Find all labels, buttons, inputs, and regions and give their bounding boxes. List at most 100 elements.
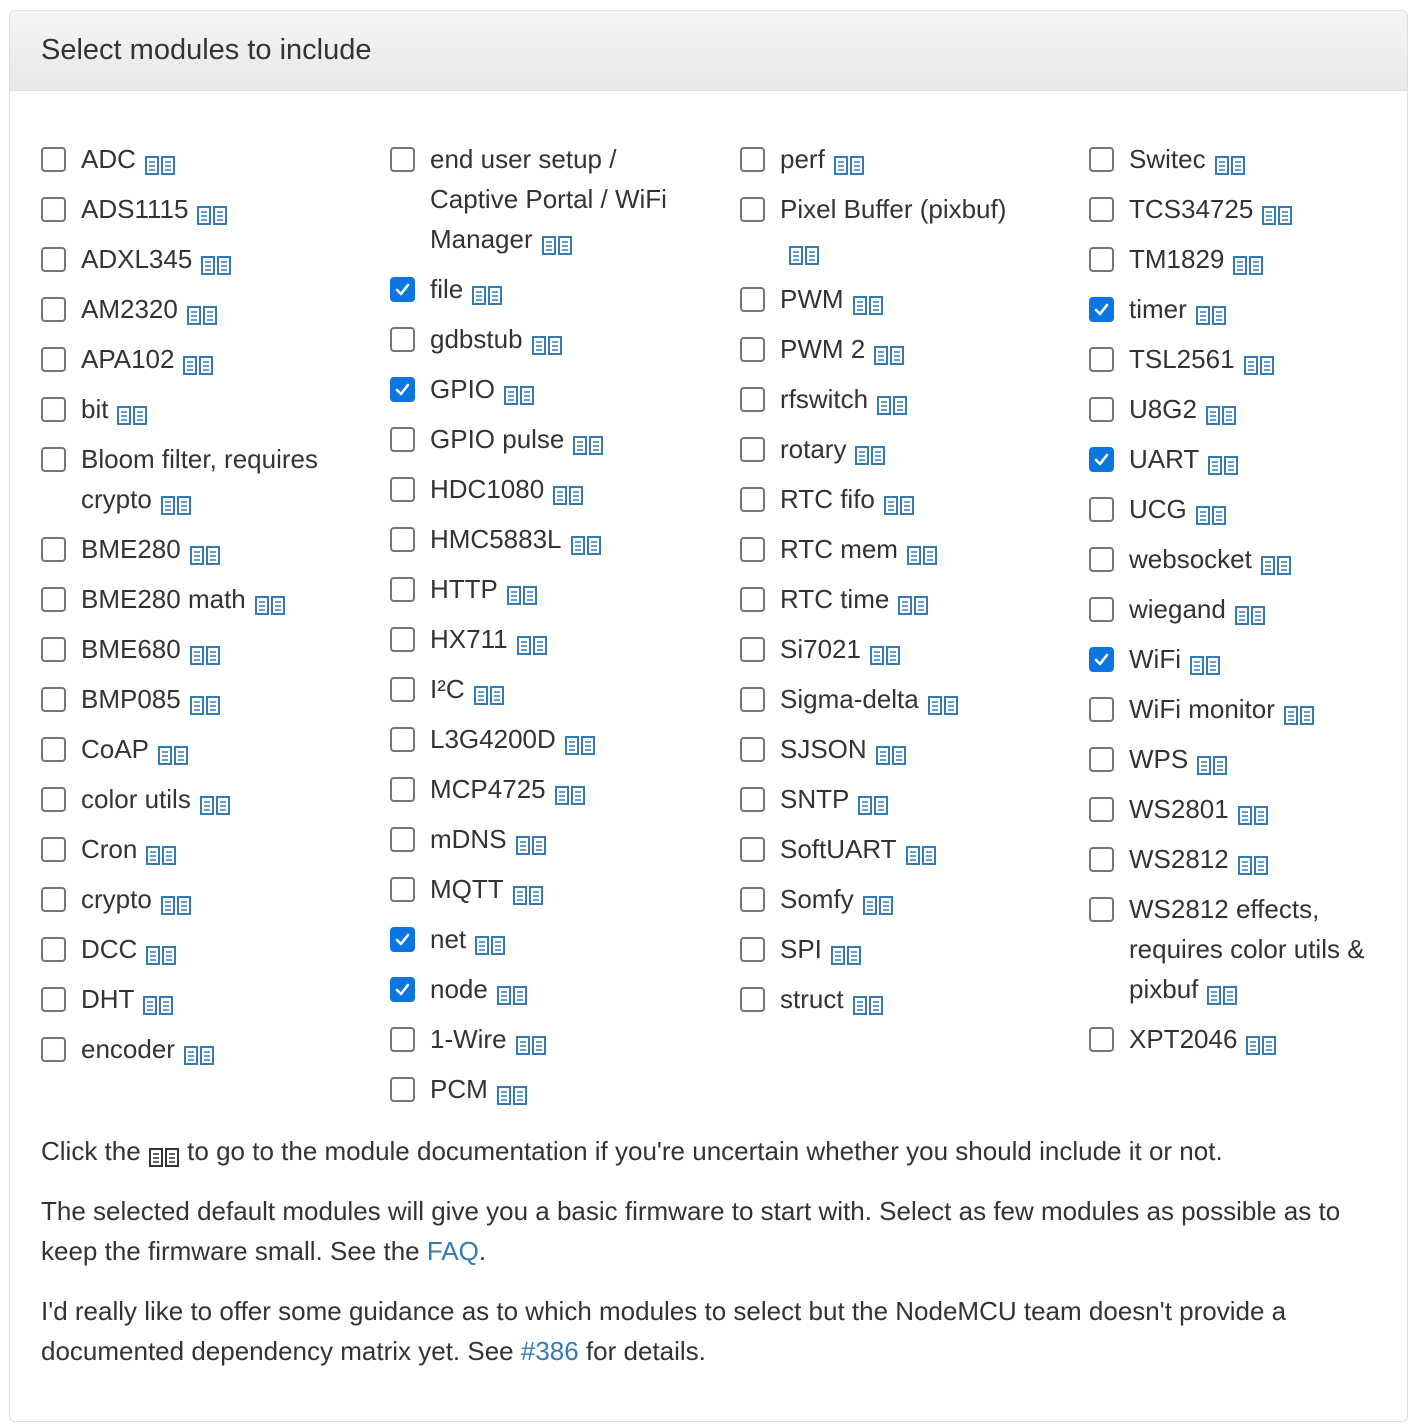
book-icon[interactable] [876, 387, 908, 416]
module-checkbox[interactable] [41, 1037, 66, 1062]
module-checkbox[interactable] [390, 627, 415, 652]
module-label[interactable]: node [430, 974, 488, 1004]
module-label[interactable]: CoAP [81, 734, 149, 764]
module-label[interactable]: ADC [81, 144, 136, 174]
book-icon[interactable] [852, 987, 884, 1016]
module-checkbox[interactable] [740, 487, 765, 512]
module-checkbox[interactable] [41, 887, 66, 912]
module-checkbox[interactable] [1089, 197, 1114, 222]
module-label[interactable]: APA102 [81, 344, 174, 374]
book-icon[interactable] [875, 737, 907, 766]
book-icon[interactable] [186, 297, 218, 326]
module-checkbox[interactable] [390, 827, 415, 852]
module-label[interactable]: BME680 [81, 634, 181, 664]
book-icon[interactable] [496, 977, 528, 1006]
book-icon[interactable] [1207, 447, 1239, 476]
module-checkbox[interactable] [1089, 247, 1114, 272]
module-checkbox[interactable] [41, 837, 66, 862]
module-checkbox[interactable] [390, 277, 415, 302]
book-icon[interactable] [503, 377, 535, 406]
module-checkbox[interactable] [1089, 1027, 1114, 1052]
module-checkbox[interactable] [1089, 747, 1114, 772]
module-label[interactable]: rotary [780, 434, 846, 464]
module-label[interactable]: Bloom filter, requires crypto [81, 444, 318, 514]
module-label[interactable]: TSL2561 [1129, 344, 1235, 374]
book-icon[interactable] [854, 437, 886, 466]
module-checkbox[interactable] [740, 587, 765, 612]
module-checkbox[interactable] [41, 297, 66, 322]
book-icon[interactable] [182, 347, 214, 376]
issue-386-link[interactable]: #386 [521, 1336, 579, 1366]
book-icon[interactable] [1196, 747, 1228, 776]
module-checkbox[interactable] [41, 587, 66, 612]
module-label[interactable]: Somfy [780, 884, 854, 914]
book-icon[interactable] [189, 687, 221, 716]
module-checkbox[interactable] [390, 677, 415, 702]
module-checkbox[interactable] [740, 337, 765, 362]
module-label[interactable]: DHT [81, 984, 134, 1014]
faq-link[interactable]: FAQ [427, 1236, 479, 1266]
book-icon[interactable] [541, 227, 573, 256]
book-icon[interactable] [1234, 597, 1266, 626]
module-checkbox[interactable] [41, 247, 66, 272]
module-label[interactable]: RTC time [780, 584, 889, 614]
book-icon[interactable] [142, 987, 174, 1016]
book-icon[interactable] [254, 587, 286, 616]
module-label[interactable]: SNTP [780, 784, 849, 814]
module-checkbox[interactable] [1089, 597, 1114, 622]
module-label[interactable]: perf [780, 144, 825, 174]
module-label[interactable]: TM1829 [1129, 244, 1224, 274]
module-label[interactable]: bit [81, 394, 108, 424]
book-icon[interactable] [496, 1077, 528, 1106]
book-icon[interactable] [1232, 247, 1264, 276]
book-icon[interactable] [1261, 197, 1293, 226]
module-label[interactable]: net [430, 924, 466, 954]
book-icon[interactable] [883, 487, 915, 516]
module-label[interactable]: file [430, 274, 463, 304]
book-icon[interactable] [157, 737, 189, 766]
module-checkbox[interactable] [41, 347, 66, 372]
book-icon[interactable] [189, 537, 221, 566]
module-label[interactable]: UCG [1129, 494, 1187, 524]
module-label[interactable]: PCM [430, 1074, 488, 1104]
module-checkbox[interactable] [740, 987, 765, 1012]
module-checkbox[interactable] [1089, 647, 1114, 672]
module-checkbox[interactable] [1089, 497, 1114, 522]
module-label[interactable]: SPI [780, 934, 822, 964]
module-checkbox[interactable] [390, 527, 415, 552]
module-checkbox[interactable] [390, 577, 415, 602]
module-checkbox[interactable] [740, 787, 765, 812]
module-label[interactable]: TCS34725 [1129, 194, 1253, 224]
module-label[interactable]: HMC5883L [430, 524, 562, 554]
book-icon[interactable] [145, 837, 177, 866]
module-checkbox[interactable] [740, 837, 765, 862]
book-icon[interactable] [160, 887, 192, 916]
book-icon[interactable] [516, 627, 548, 656]
module-checkbox[interactable] [1089, 347, 1114, 372]
module-label[interactable]: Pixel Buffer (pixbuf) [780, 194, 1006, 224]
book-icon[interactable] [1195, 497, 1227, 526]
book-icon[interactable] [199, 787, 231, 816]
module-checkbox[interactable] [390, 147, 415, 172]
book-icon[interactable] [512, 877, 544, 906]
module-checkbox[interactable] [1089, 697, 1114, 722]
module-label[interactable]: ADS1115 [81, 194, 188, 224]
module-checkbox[interactable] [1089, 147, 1114, 172]
module-checkbox[interactable] [740, 387, 765, 412]
module-label[interactable]: websocket [1129, 544, 1252, 574]
module-label[interactable]: PWM 2 [780, 334, 865, 364]
module-checkbox[interactable] [390, 1027, 415, 1052]
book-icon[interactable] [572, 427, 604, 456]
module-label[interactable]: XPT2046 [1129, 1024, 1237, 1054]
module-label[interactable]: ADXL345 [81, 244, 192, 274]
module-checkbox[interactable] [1089, 297, 1114, 322]
module-label[interactable]: L3G4200D [430, 724, 556, 754]
module-checkbox[interactable] [1089, 547, 1114, 572]
book-icon[interactable] [552, 477, 584, 506]
module-label[interactable]: WiFi [1129, 644, 1181, 674]
module-label[interactable]: MQTT [430, 874, 504, 904]
module-checkbox[interactable] [740, 437, 765, 462]
module-checkbox[interactable] [390, 327, 415, 352]
book-icon[interactable] [873, 337, 905, 366]
module-label[interactable]: AM2320 [81, 294, 178, 324]
